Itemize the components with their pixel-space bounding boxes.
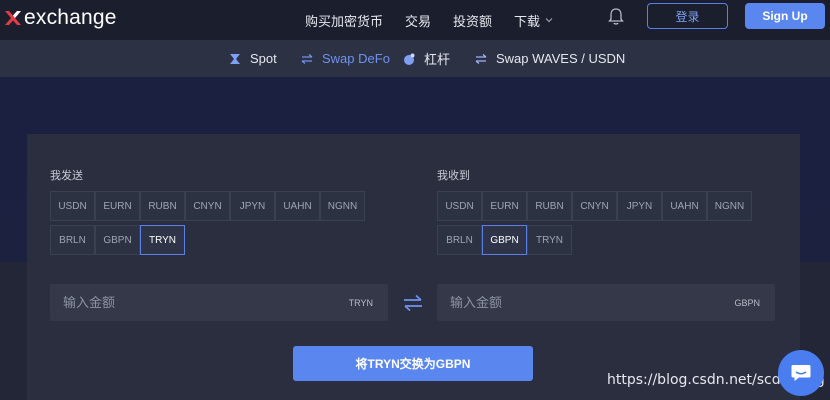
subnav-leverage[interactable]: 杠杆 xyxy=(402,40,450,77)
logo-text: exchange xyxy=(24,6,117,29)
nav-label: 购买加密货币 xyxy=(305,13,384,29)
exchange-button[interactable]: 将TRYN交换为GBPN xyxy=(293,346,533,381)
send-currency-tryn[interactable]: TRYN xyxy=(140,225,185,255)
chat-icon xyxy=(791,365,811,381)
subnav-swap-defo[interactable]: Swap DeFo xyxy=(300,40,390,77)
nav-label: 下载 xyxy=(514,13,541,29)
send-currency-brln[interactable]: BRLN xyxy=(50,225,95,255)
receive-currency-brln[interactable]: BRLN xyxy=(437,225,482,255)
receive-amount-field[interactable]: GBPN xyxy=(437,284,775,321)
send-currency-cnyn[interactable]: CNYN xyxy=(185,191,230,221)
send-currency-jpyn[interactable]: JPYN xyxy=(230,191,275,221)
send-currency-usdn[interactable]: USDN xyxy=(50,191,95,221)
chat-button[interactable] xyxy=(778,350,824,396)
receive-currency-tryn[interactable]: TRYN xyxy=(527,225,572,255)
logo-x-icon xyxy=(5,11,21,25)
subnav-label: Spot xyxy=(250,51,277,66)
subnav-spot[interactable]: Spot xyxy=(228,40,277,77)
main-nav: 购买加密货币 交易 投资额 下载 xyxy=(305,0,575,40)
send-currency-uahn[interactable]: UAHN xyxy=(275,191,320,221)
chevron-down-icon xyxy=(545,18,553,23)
receive-currency-gbpn[interactable]: GBPN xyxy=(482,225,527,255)
nav-label: 投资额 xyxy=(453,13,493,29)
receive-currency-uahn[interactable]: UAHN xyxy=(662,191,707,221)
login-button[interactable]: 登录 xyxy=(647,3,728,29)
leverage-icon xyxy=(404,53,415,65)
receive-label: 我收到 xyxy=(437,170,470,182)
logo[interactable]: exchange xyxy=(4,6,117,30)
receive-currency-eurn[interactable]: EURN xyxy=(482,191,527,221)
swap-direction-icon[interactable] xyxy=(402,294,424,312)
receive-unit: GBPN xyxy=(734,297,760,308)
sub-nav: Spot Swap DeFo 杠杆 Swap WAVES / USDN xyxy=(0,40,830,77)
send-currency-gbpn[interactable]: GBPN xyxy=(95,225,140,255)
receive-amount-input[interactable] xyxy=(437,295,677,310)
spot-icon xyxy=(230,53,240,64)
receive-currency-usdn[interactable]: USDN xyxy=(437,191,482,221)
swap-icon xyxy=(301,53,313,64)
receive-currency-ngnn[interactable]: NGNN xyxy=(707,191,752,221)
send-currency-ngnn[interactable]: NGNN xyxy=(320,191,365,221)
send-unit: TRYN xyxy=(348,297,373,308)
send-amount-input[interactable] xyxy=(50,295,290,310)
nav-invest[interactable]: 投资额 xyxy=(453,11,492,30)
send-amount-field[interactable]: TRYN xyxy=(50,284,388,321)
bell-icon[interactable] xyxy=(607,7,625,27)
subnav-label: Swap WAVES / USDN xyxy=(496,51,626,66)
receive-currency-rubn[interactable]: RUBN xyxy=(527,191,572,221)
send-label: 我发送 xyxy=(50,170,83,182)
signup-button[interactable]: Sign Up xyxy=(745,3,825,29)
subnav-label: Swap DeFo xyxy=(322,51,390,66)
nav-download[interactable]: 下载 xyxy=(514,11,553,30)
send-currency-eurn[interactable]: EURN xyxy=(95,191,140,221)
top-header: exchange 购买加密货币 交易 投资额 下载 登录 Sign Up xyxy=(0,0,830,40)
nav-trade[interactable]: 交易 xyxy=(405,11,431,30)
subnav-swap-waves-usdn[interactable]: Swap WAVES / USDN xyxy=(474,40,625,77)
nav-label: 交易 xyxy=(405,13,432,29)
receive-currency-cnyn[interactable]: CNYN xyxy=(572,191,617,221)
receive-currency-jpyn[interactable]: JPYN xyxy=(617,191,662,221)
nav-buy-crypto[interactable]: 购买加密货币 xyxy=(305,11,383,30)
send-currency-rubn[interactable]: RUBN xyxy=(140,191,185,221)
swap-icon xyxy=(475,53,487,64)
subnav-label: 杠杆 xyxy=(424,52,451,67)
